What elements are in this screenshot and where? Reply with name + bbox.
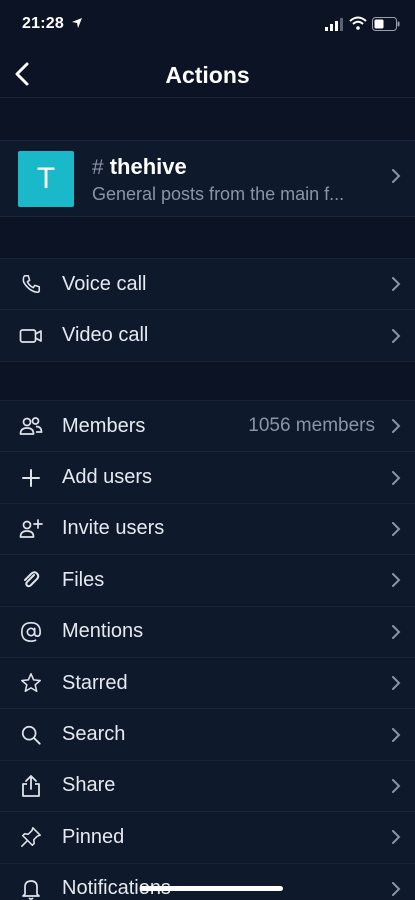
- page-title: Actions: [165, 62, 250, 88]
- add-users-row[interactable]: Add users: [0, 452, 415, 504]
- chevron-right-icon: [392, 328, 401, 343]
- chevron-right-icon: [392, 419, 401, 434]
- mentions-label: Mentions: [62, 620, 144, 643]
- pin-icon: [19, 825, 43, 849]
- pinned-label: Pinned: [62, 825, 125, 848]
- chevron-right-icon: [392, 169, 401, 183]
- chevron-right-icon: [392, 470, 401, 485]
- search-label: Search: [62, 723, 126, 746]
- invite-users-row[interactable]: Invite users: [0, 504, 415, 556]
- channel-description: General posts from the main f...: [92, 184, 345, 204]
- share-label: Share: [62, 774, 116, 797]
- hash-icon: #: [92, 156, 104, 179]
- battery-icon: [372, 17, 400, 31]
- channel-avatar: T: [18, 151, 74, 207]
- chevron-right-icon: [392, 277, 401, 292]
- invite-users-label: Invite users: [62, 517, 165, 540]
- plus-icon: [19, 466, 43, 490]
- chevron-right-icon: [392, 881, 401, 896]
- actions-screen: 21:28 Actions T # thehive General posts …: [0, 0, 415, 900]
- members-count: 1056 members: [248, 415, 375, 437]
- members-icon: [19, 414, 43, 438]
- files-row[interactable]: Files: [0, 555, 415, 607]
- signal-icon: [325, 18, 343, 31]
- phone-icon: [19, 272, 43, 296]
- chevron-right-icon: [392, 573, 401, 588]
- starred-row[interactable]: Starred: [0, 658, 415, 710]
- chevron-right-icon: [392, 830, 401, 845]
- chevron-right-icon: [392, 676, 401, 691]
- location-arrow-icon: [72, 18, 82, 28]
- status-time: 21:28: [22, 15, 64, 32]
- actions-group: Members 1056 members Add users Invite us…: [0, 400, 415, 900]
- starred-label: Starred: [62, 671, 128, 694]
- chevron-right-icon: [392, 624, 401, 639]
- voice-call-row[interactable]: Voice call: [0, 259, 415, 311]
- video-icon: [19, 324, 43, 348]
- chevron-right-icon: [392, 727, 401, 742]
- add-users-label: Add users: [62, 466, 153, 489]
- star-icon: [19, 671, 43, 695]
- chevron-right-icon: [392, 778, 401, 793]
- channel-name: thehive: [109, 154, 187, 179]
- mentions-row[interactable]: Mentions: [0, 607, 415, 658]
- notifications-row[interactable]: Notifications: [0, 864, 415, 900]
- paperclip-icon: [19, 568, 43, 592]
- pinned-row[interactable]: Pinned: [0, 812, 415, 864]
- channel-name-row: # thehive: [92, 154, 187, 180]
- video-call-label: Video call: [62, 324, 149, 347]
- search-row[interactable]: Search: [0, 709, 415, 761]
- home-indicator[interactable]: [140, 886, 283, 891]
- bell-icon: [19, 877, 43, 900]
- share-icon: [19, 774, 43, 798]
- at-icon: [19, 620, 43, 644]
- nav-header: Actions: [0, 50, 415, 98]
- video-call-row[interactable]: Video call: [0, 310, 415, 362]
- calls-group: Voice call Video call: [0, 258, 415, 362]
- status-bar: 21:28: [0, 0, 415, 50]
- channel-info-row[interactable]: T # thehive General posts from the main …: [0, 140, 415, 217]
- members-label: Members: [62, 414, 146, 437]
- wifi-icon: [349, 16, 367, 30]
- files-label: Files: [62, 568, 105, 591]
- members-row[interactable]: Members 1056 members: [0, 401, 415, 453]
- invite-user-icon: [19, 517, 43, 541]
- share-row[interactable]: Share: [0, 761, 415, 813]
- chevron-right-icon: [392, 521, 401, 536]
- search-icon: [19, 723, 43, 747]
- voice-call-label: Voice call: [62, 272, 147, 295]
